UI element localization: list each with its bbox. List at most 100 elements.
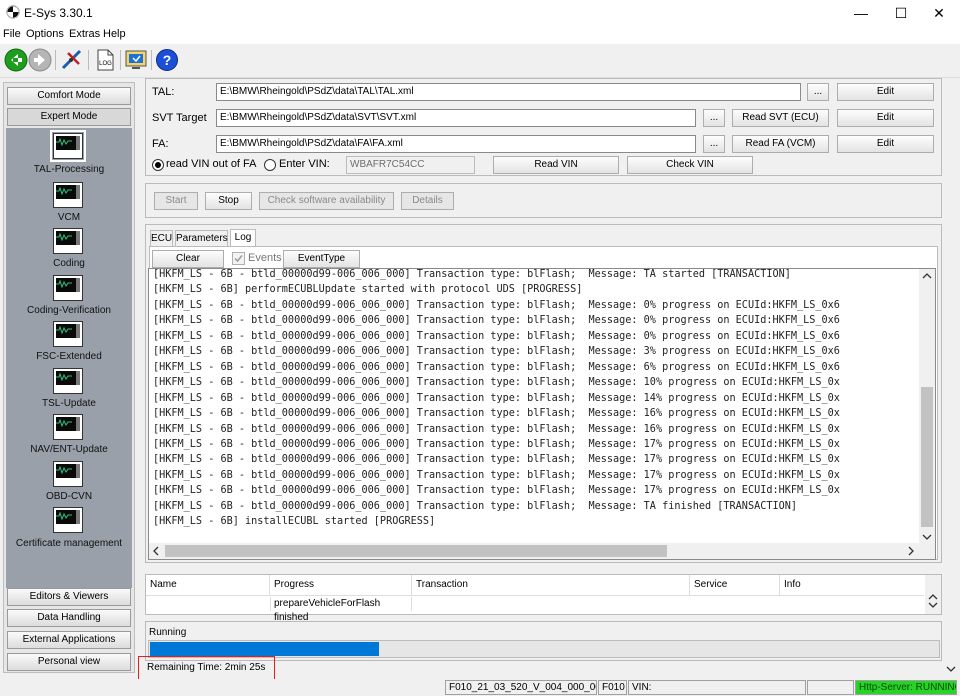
svg-text:?: ? (163, 52, 172, 68)
table-vertical-scrollbar[interactable] (925, 575, 941, 614)
ecu-monitor-icon (53, 368, 83, 394)
log-output[interactable]: [HKFM_LS - 6B - btld_00000d99-006_006_00… (148, 268, 936, 560)
module-label: VCM (57, 212, 81, 223)
tab-parameters[interactable]: Parameters (175, 230, 228, 246)
tal-edit-button[interactable]: Edit (837, 83, 934, 101)
ecu-monitor-icon (53, 414, 83, 440)
http-server-status: Http-Server: RUNNING (855, 680, 957, 695)
log-line: [HKFM_LS - 6B - btld_00000d99-006_006_00… (153, 469, 840, 481)
scroll-down-icon[interactable] (928, 601, 938, 609)
window-title: E-Sys 3.30.1 (24, 6, 93, 20)
read-fa-button[interactable]: Read FA (VCM) (732, 135, 829, 153)
column-header-progress[interactable]: Progress (270, 575, 412, 595)
scroll-down-icon[interactable] (946, 665, 956, 673)
check-vin-button[interactable]: Check VIN (627, 156, 753, 174)
log-vertical-scrollbar[interactable] (919, 269, 935, 544)
column-header-service[interactable]: Service (690, 575, 780, 595)
log-line: [HKFM_LS - 6B - btld_00000d99-006_006_00… (153, 438, 840, 450)
tal-browse-button[interactable]: ... (807, 83, 829, 101)
close-button[interactable]: ✕ (916, 0, 960, 26)
comfort-mode-button[interactable]: Comfort Mode (7, 87, 131, 105)
log-line: [HKFM_LS - 6B - btld_00000d99-006_006_00… (153, 500, 798, 512)
main-panel: TAL: E:\BMW\Rheingold\PSdZ\data\TAL\TAL.… (138, 78, 960, 678)
log-line: [HKFM_LS - 6B - btld_00000d99-006_006_00… (153, 330, 840, 342)
log-line: [HKFM_LS - 6B - btld_00000d99-006_006_00… (153, 377, 840, 389)
read-svt-button[interactable]: Read SVT (ECU) (732, 109, 829, 127)
expert-mode-button[interactable]: Expert Mode (7, 108, 131, 126)
start-button[interactable]: Start (154, 192, 198, 210)
module-label: FSC-Extended (36, 351, 102, 362)
stop-button[interactable]: Stop (205, 192, 252, 210)
svt-edit-button[interactable]: Edit (837, 109, 934, 127)
statusbar-vin: VIN: (628, 680, 806, 695)
check-software-button[interactable]: Check software availability (259, 192, 394, 210)
events-checkbox[interactable] (232, 252, 245, 265)
scroll-down-icon[interactable] (922, 533, 932, 541)
toolbar-separator (151, 50, 152, 70)
menu-help[interactable]: Help (103, 28, 126, 40)
svt-browse-button[interactable]: ... (703, 109, 725, 127)
actions-group: Start Stop Check software availability D… (145, 183, 942, 218)
column-header-transaction[interactable]: Transaction (412, 575, 690, 595)
tab-ecu[interactable]: ECU (150, 230, 173, 246)
tab-log[interactable]: Log (230, 229, 256, 246)
external-applications-button[interactable]: External Applications (7, 631, 131, 649)
clear-button[interactable]: Clear (152, 250, 224, 268)
log-line: [HKFM_LS - 6B - btld_00000d99-006_006_00… (153, 299, 840, 311)
ecu-monitor-icon (53, 321, 83, 347)
fa-browse-button[interactable]: ... (703, 135, 725, 153)
personal-view-button[interactable]: Personal view (7, 653, 131, 671)
monitor-icon[interactable] (124, 48, 148, 72)
enter-vin-radio-label: Enter VIN: (279, 158, 330, 170)
module-label: NAV/ENT-Update (30, 444, 108, 455)
toolbar-separator (55, 50, 56, 70)
menu-file[interactable]: File (3, 28, 21, 40)
log-line: [HKFM_LS - 6B - btld_00000d99-006_006_00… (153, 408, 840, 420)
scroll-right-icon[interactable] (907, 546, 915, 556)
event-type-button[interactable]: EventType (283, 250, 360, 268)
menu-extras[interactable]: Extras (69, 28, 100, 40)
fa-path-field[interactable]: E:\BMW\Rheingold\PSdZ\data\FA\FA.xml (216, 135, 696, 153)
svt-path-field[interactable]: E:\BMW\Rheingold\PSdZ\data\SVT\SVT.xml (216, 109, 696, 127)
scroll-up-icon[interactable] (928, 593, 938, 601)
table-row-progress: prepareVehicleForFlash finished (270, 597, 412, 623)
events-label: Events (248, 252, 282, 264)
statusbar-series: F010 (598, 680, 627, 695)
scroll-up-icon[interactable] (922, 272, 932, 280)
log-horizontal-scrollbar[interactable] (149, 543, 935, 559)
statusbar-file: F010_21_03_520_V_004_000_001 (445, 680, 597, 695)
editors-viewers-button[interactable]: Editors & Viewers (7, 588, 131, 606)
vin-input[interactable]: WBAFR7C54CC (346, 156, 475, 174)
tal-path-field[interactable]: E:\BMW\Rheingold\PSdZ\data\TAL\TAL.xml (216, 83, 801, 101)
log-line: [HKFM_LS - 6B - btld_00000d99-006_006_00… (153, 315, 840, 327)
enter-vin-radio[interactable] (264, 159, 276, 171)
module-label: OBD-CVN (45, 491, 93, 502)
scroll-left-icon[interactable] (152, 546, 160, 556)
log-line: [HKFM_LS - 6B] performECUBLUpdate starte… (153, 284, 583, 296)
column-header-info[interactable]: Info (780, 575, 924, 595)
statusbar-empty (807, 680, 854, 695)
menu-bar: File Options Extras Help (0, 26, 960, 44)
back-arrow-icon[interactable] (4, 48, 28, 72)
module-label: TAL-Processing (33, 164, 105, 175)
progress-bar-fill (150, 642, 379, 656)
connect-icon[interactable] (60, 48, 84, 72)
fa-label: FA: (152, 138, 169, 150)
svg-text:LOG: LOG (99, 61, 112, 67)
toolbar-separator (120, 50, 121, 70)
log-horizontal-thumb[interactable] (165, 545, 667, 557)
menu-options[interactable]: Options (26, 28, 64, 40)
log-file-icon[interactable]: LOG (93, 48, 117, 72)
read-vin-button[interactable]: Read VIN (493, 156, 619, 174)
log-vertical-thumb[interactable] (921, 387, 933, 527)
forward-arrow-icon[interactable] (28, 48, 52, 72)
read-vin-radio[interactable] (152, 159, 164, 171)
column-header-name[interactable]: Name (146, 575, 270, 595)
details-button[interactable]: Details (401, 192, 454, 210)
fa-edit-button[interactable]: Edit (837, 135, 934, 153)
status-table: Name Progress Transaction Service Info p… (145, 574, 942, 623)
log-line: [HKFM_LS - 6B - btld_00000d99-006_006_00… (153, 454, 840, 466)
sidebar: Comfort Mode Expert Mode TAL-Processing … (3, 82, 135, 673)
data-handling-button[interactable]: Data Handling (7, 609, 131, 627)
help-icon[interactable]: ? (155, 48, 179, 72)
